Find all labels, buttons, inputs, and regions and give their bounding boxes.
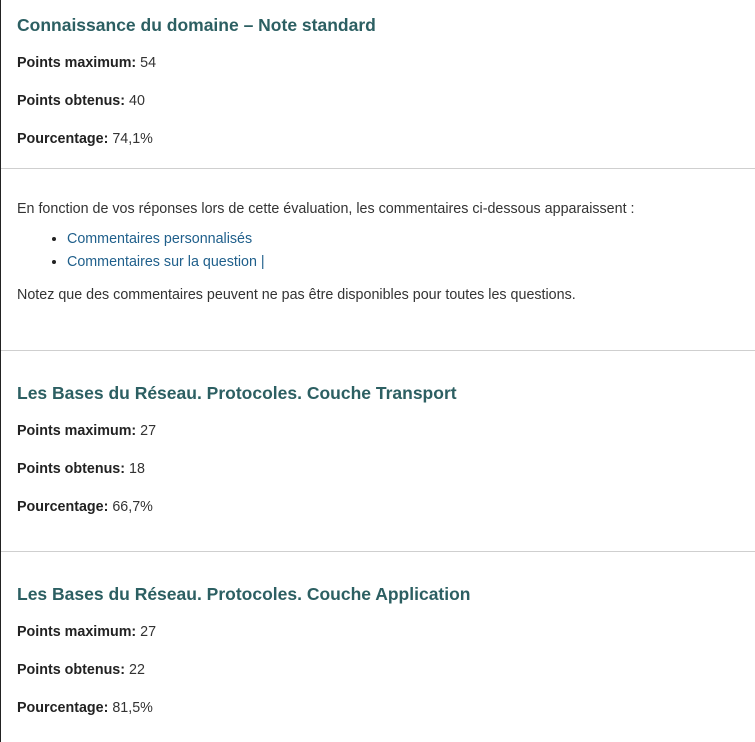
percentage-value: 74,1%	[112, 131, 153, 147]
list-item: Commentaires sur la question |	[67, 251, 739, 274]
score-section-domain-knowledge: Connaissance du domaine – Note standard …	[1, 0, 755, 168]
percentage-value: 66,7%	[112, 499, 153, 515]
max-points-value: 27	[140, 423, 157, 439]
list-item: Commentaires personnalisés	[67, 228, 739, 251]
obtained-points-label: Points obtenus:	[17, 662, 126, 678]
max-points-row: Points maximum: 27	[17, 623, 739, 641]
feedback-intro: En fonction de vos réponses lors de cett…	[17, 201, 635, 217]
obtained-points-row: Points obtenus: 18	[17, 460, 739, 478]
max-points-row: Points maximum: 54	[17, 54, 739, 72]
percentage-label: Pourcentage:	[17, 700, 109, 716]
max-points-row: Points maximum: 27	[17, 422, 739, 440]
percentage-row: Pourcentage: 74,1%	[17, 130, 739, 148]
percentage-row: Pourcentage: 66,7%	[17, 498, 739, 516]
max-points-label: Points maximum:	[17, 55, 137, 71]
obtained-points-row: Points obtenus: 22	[17, 661, 739, 679]
obtained-points-value: 18	[129, 461, 145, 477]
feedback-note: Notez que des commentaires peuvent ne pa…	[17, 287, 576, 303]
obtained-points-label: Points obtenus:	[17, 461, 126, 477]
section-title: Connaissance du domaine – Note standard	[17, 15, 376, 35]
obtained-points-label: Points obtenus:	[17, 93, 126, 109]
max-points-value: 54	[140, 55, 157, 71]
section-title: Les Bases du Réseau. Protocoles. Couche …	[17, 383, 457, 403]
section-title: Les Bases du Réseau. Protocoles. Couche …	[17, 584, 471, 604]
obtained-points-row: Points obtenus: 40	[17, 92, 739, 110]
obtained-points-value: 40	[129, 93, 145, 109]
percentage-label: Pourcentage:	[17, 131, 109, 147]
percentage-row: Pourcentage: 81,5%	[17, 699, 739, 717]
score-section-application-layer: Les Bases du Réseau. Protocoles. Couche …	[1, 552, 755, 730]
obtained-points-value: 22	[129, 662, 145, 678]
percentage-label: Pourcentage:	[17, 499, 109, 515]
feedback-links-list: Commentaires personnalisés Commentaires …	[17, 228, 739, 274]
personalized-feedback-link[interactable]: Commentaires personnalisés	[67, 231, 252, 247]
max-points-label: Points maximum:	[17, 624, 137, 640]
feedback-section: En fonction de vos réponses lors de cett…	[1, 169, 755, 350]
percentage-value: 81,5%	[112, 700, 153, 716]
max-points-value: 27	[140, 624, 157, 640]
question-feedback-link[interactable]: Commentaires sur la question |	[67, 254, 265, 270]
max-points-label: Points maximum:	[17, 423, 137, 439]
score-section-transport-layer: Les Bases du Réseau. Protocoles. Couche …	[1, 351, 755, 551]
